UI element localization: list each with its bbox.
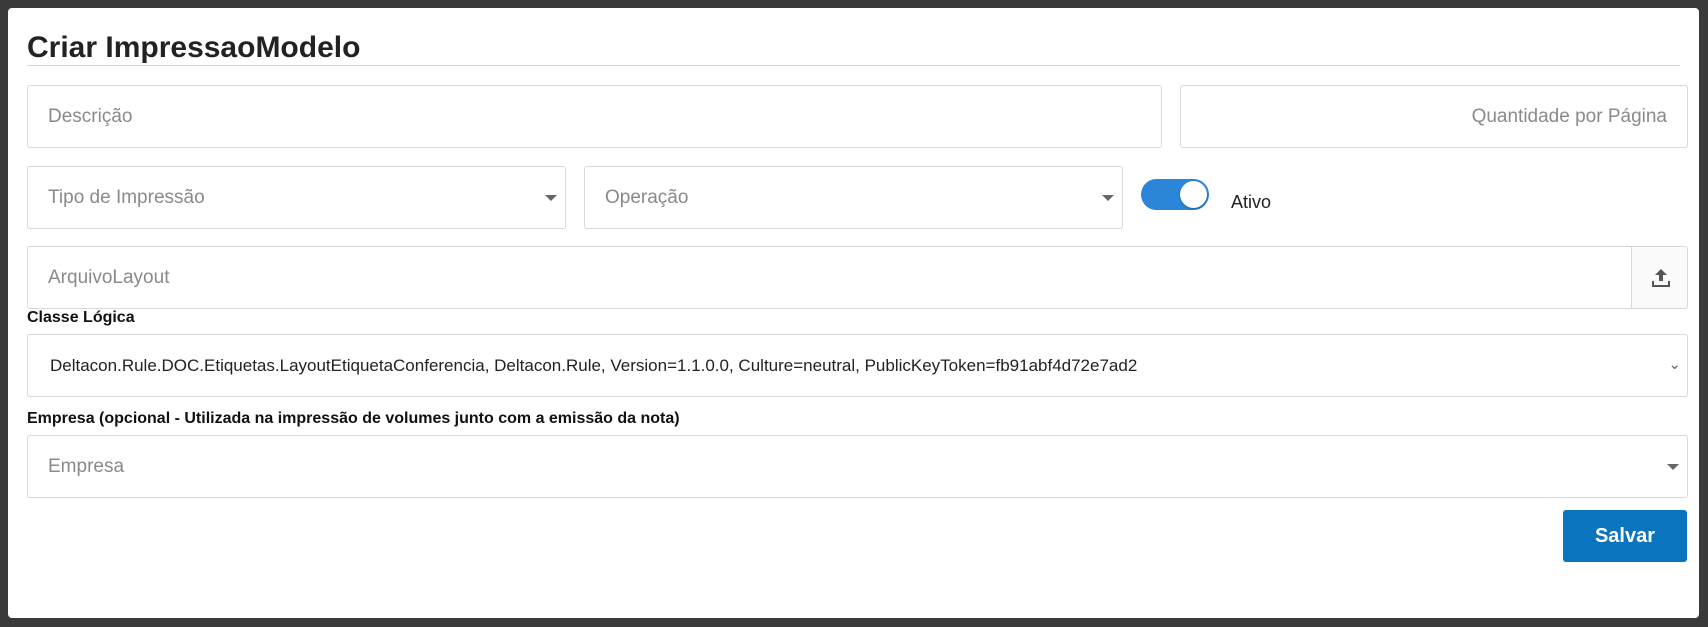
tipo-impressao-placeholder: Tipo de Impressão	[48, 187, 205, 208]
caret-down-icon	[1667, 464, 1679, 470]
operacao-select[interactable]: Operação	[584, 166, 1123, 229]
operacao-placeholder: Operação	[605, 187, 689, 208]
title-divider	[27, 65, 1680, 66]
classe-logica-select[interactable]: Deltacon.Rule.DOC.Etiquetas.LayoutEtique…	[27, 334, 1688, 397]
classe-logica-label: Classe Lógica	[27, 309, 135, 326]
caret-down-icon	[545, 195, 557, 201]
descricao-field[interactable]: Descrição	[27, 85, 1162, 148]
caret-down-icon	[1102, 195, 1114, 201]
arquivo-layout-placeholder: ArquivoLayout	[48, 267, 170, 288]
chevron-down-icon: ⌄	[1668, 356, 1681, 373]
page-title: Criar ImpressaoModelo	[27, 31, 361, 64]
ativo-label: Ativo	[1231, 192, 1272, 212]
empresa-select[interactable]: Empresa	[27, 435, 1688, 498]
empresa-placeholder: Empresa	[48, 456, 125, 477]
arquivo-layout-field[interactable]: ArquivoLayout	[27, 246, 1633, 309]
ativo-toggle[interactable]	[1141, 179, 1209, 210]
quantidade-placeholder: Quantidade por Página	[1471, 106, 1667, 127]
empresa-label: Empresa (opcional - Utilizada na impress…	[27, 410, 680, 427]
upload-button[interactable]	[1631, 246, 1688, 309]
create-modal: Criar ImpressaoModelo Descrição Quantida…	[8, 8, 1699, 618]
save-button[interactable]: Salvar	[1563, 510, 1687, 562]
descricao-placeholder: Descrição	[48, 106, 133, 127]
toggle-knob	[1180, 181, 1207, 208]
upload-icon	[1652, 269, 1670, 287]
classe-logica-value: Deltacon.Rule.DOC.Etiquetas.LayoutEtique…	[50, 356, 1138, 375]
tipo-impressao-select[interactable]: Tipo de Impressão	[27, 166, 566, 229]
quantidade-field[interactable]: Quantidade por Página	[1180, 85, 1688, 148]
